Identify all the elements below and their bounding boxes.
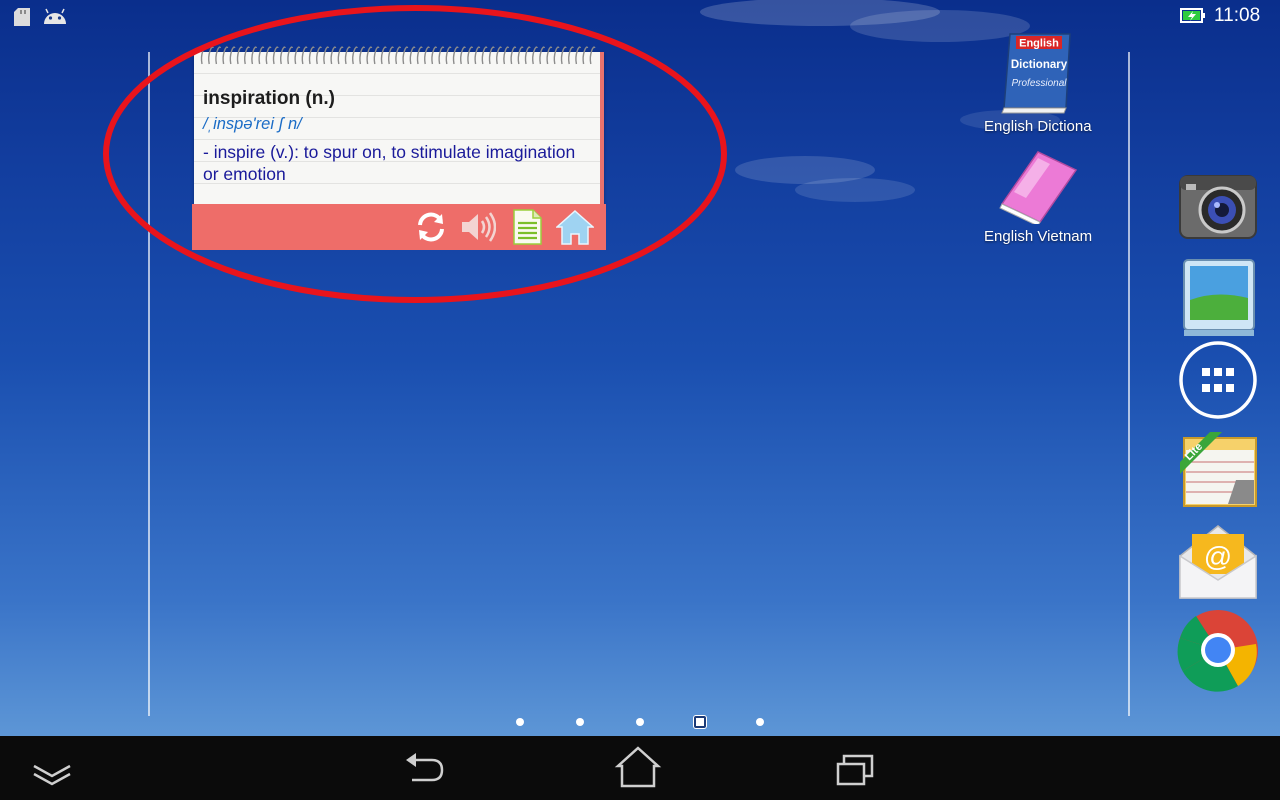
book-title-dictionary: Dictionary	[1011, 59, 1068, 71]
page-dot[interactable]	[636, 718, 644, 726]
page-dot[interactable]	[516, 718, 524, 726]
page-dot[interactable]	[576, 718, 584, 726]
home-button-icon[interactable]	[608, 744, 668, 792]
page-dot-current[interactable]	[694, 716, 706, 728]
page-indicator	[0, 714, 1280, 730]
shortcut-label: English Vietnam	[984, 228, 1092, 245]
hide-keyboard-icon[interactable]	[22, 744, 82, 792]
book-title-professional: Professional	[1011, 78, 1067, 89]
email-app-icon[interactable]: @	[1176, 520, 1260, 604]
english-dictionary-book-icon: English Dictionary Professional	[1001, 33, 1071, 114]
gallery-app-icon[interactable]	[1176, 256, 1260, 340]
all-apps-icon[interactable]	[1176, 338, 1260, 422]
recent-apps-icon[interactable]	[824, 744, 884, 792]
book-title-english: English	[1019, 38, 1059, 50]
notes-lite-app-icon[interactable]: Lite	[1176, 432, 1260, 516]
camera-app-icon[interactable]	[1176, 164, 1260, 248]
email-at-glyph: @	[1204, 541, 1232, 572]
english-dictionary-shortcut[interactable]: English Dictionary Professional English …	[978, 30, 1098, 135]
red-highlight-ellipse	[103, 5, 727, 303]
page-dot[interactable]	[756, 718, 764, 726]
english-vietnam-shortcut[interactable]: English Vietnam	[978, 148, 1098, 245]
navigation-bar	[0, 736, 1280, 800]
chrome-app-icon[interactable]	[1176, 608, 1260, 692]
screen-edge-divider-right	[1128, 52, 1130, 716]
shortcut-label: English Dictiona	[984, 118, 1092, 135]
pink-book-icon	[999, 151, 1078, 224]
back-icon[interactable]	[394, 744, 454, 792]
